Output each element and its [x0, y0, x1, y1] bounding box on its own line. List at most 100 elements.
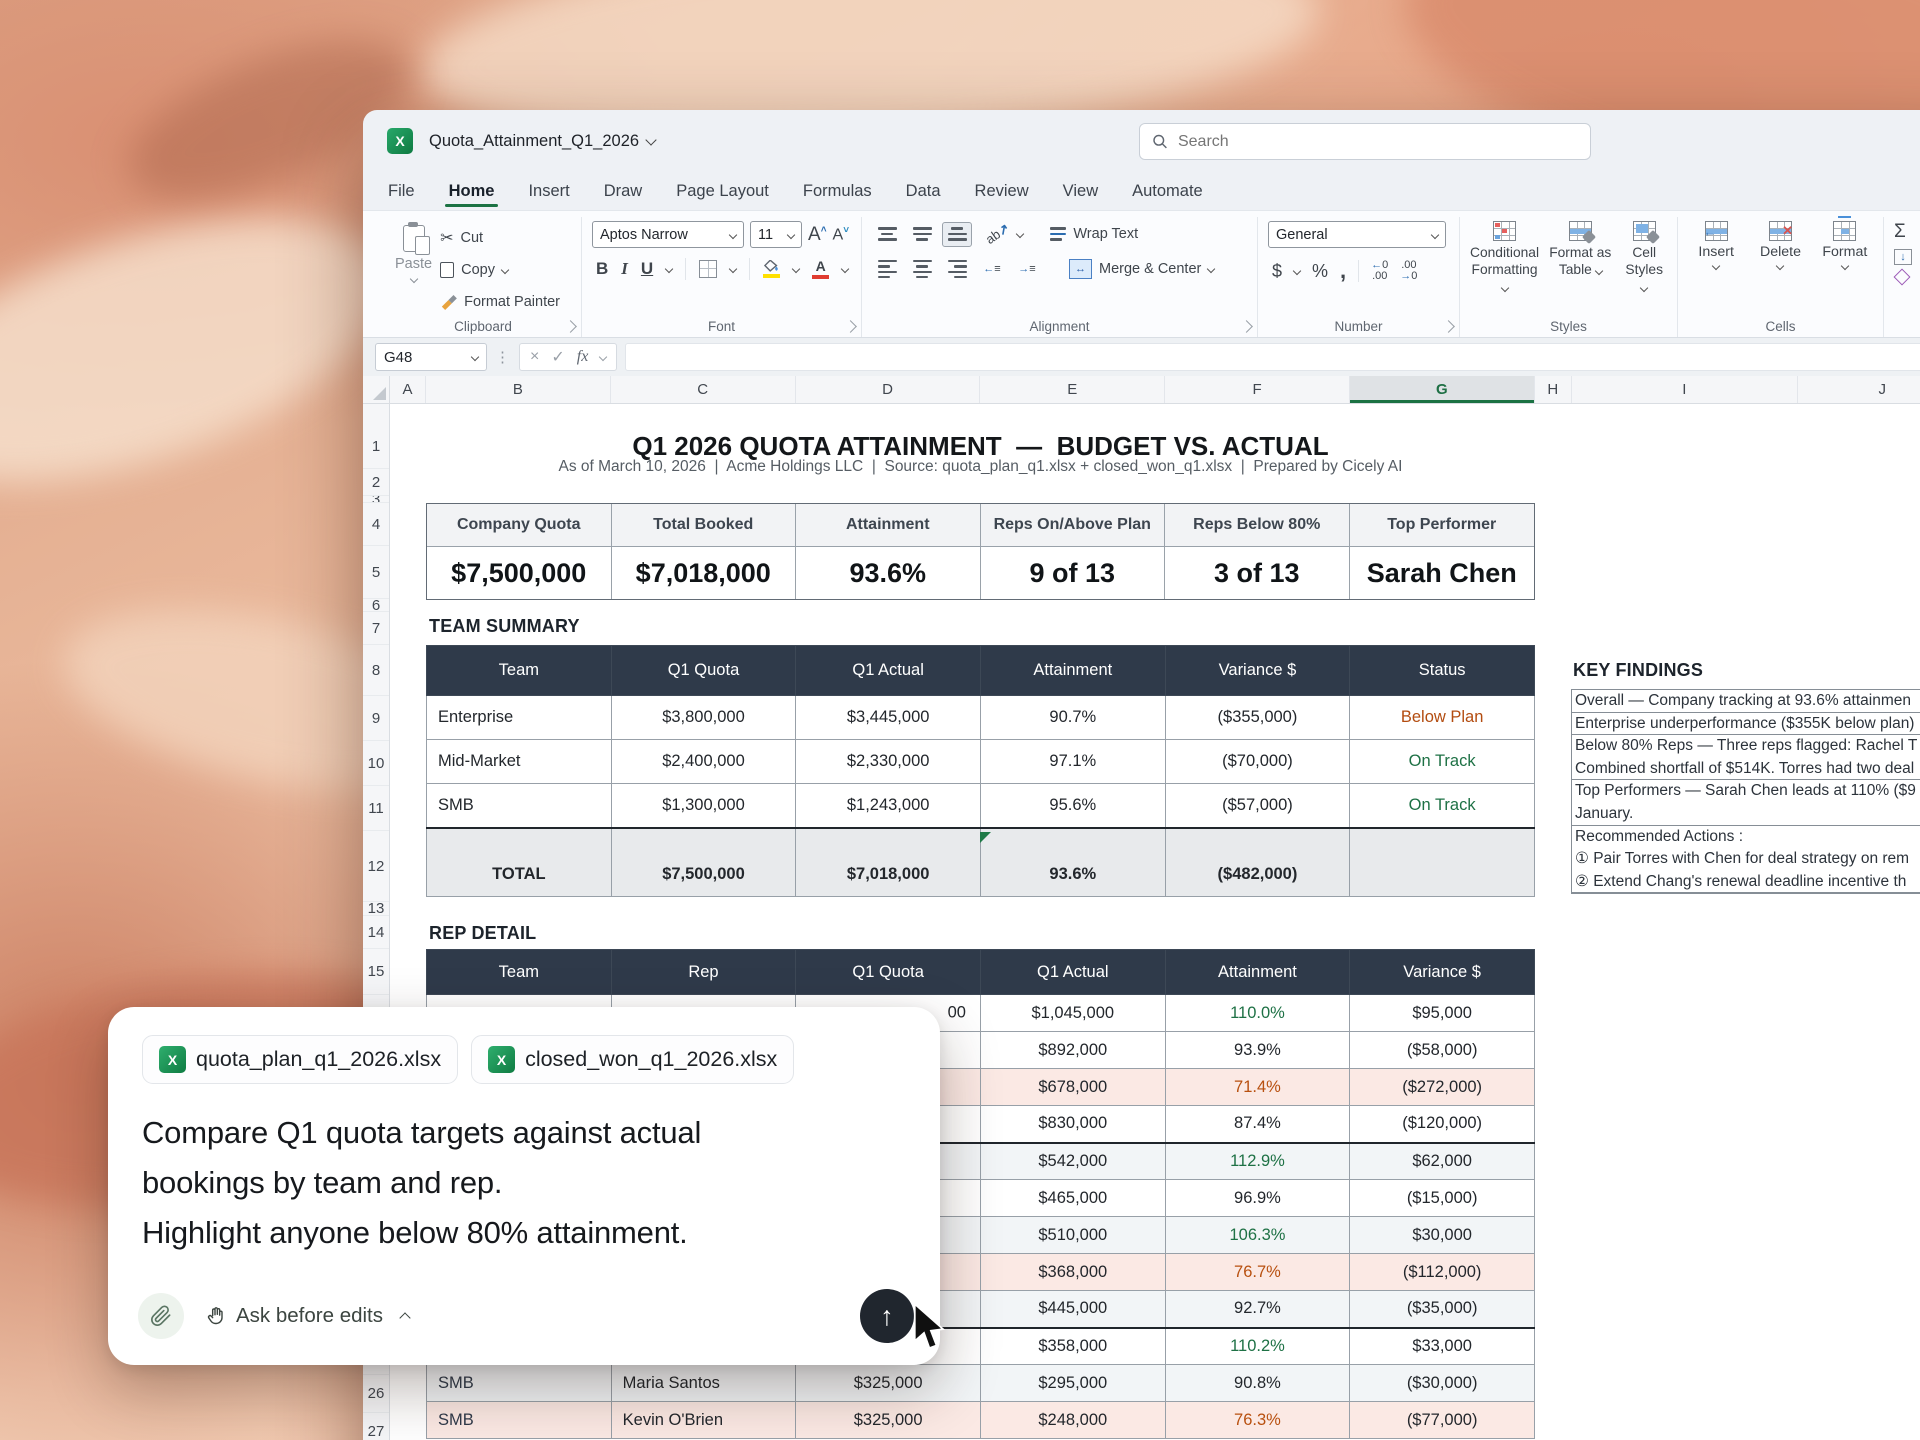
align-center-icon[interactable]: [907, 257, 937, 282]
rep-actual-cell[interactable]: $358,000: [980, 1328, 1165, 1365]
cell-styles-button[interactable]: CellStyles: [1621, 221, 1667, 317]
rep-attainment-cell[interactable]: 110.2%: [1165, 1328, 1350, 1365]
tab-home[interactable]: Home: [449, 182, 495, 210]
column-header-F[interactable]: F: [1165, 376, 1350, 403]
bottom-align-icon[interactable]: [942, 222, 972, 247]
attainment-cell[interactable]: 97.1%: [980, 740, 1165, 784]
align-left-icon[interactable]: [872, 257, 902, 282]
prompt-text[interactable]: Compare Q1 quota targets against actualb…: [142, 1108, 906, 1258]
row-header-27[interactable]: 27: [363, 1413, 389, 1440]
rep-actual-cell[interactable]: $248,000: [980, 1402, 1165, 1439]
team-cell[interactable]: SMB: [427, 784, 612, 828]
wrap-text-button[interactable]: Wrap Text: [1050, 221, 1138, 247]
tab-review[interactable]: Review: [975, 182, 1029, 210]
rep-attainment-cell[interactable]: 76.7%: [1165, 1254, 1350, 1291]
format-cells-button[interactable]: Format: [1817, 221, 1873, 317]
rep-actual-cell[interactable]: $678,000: [980, 1069, 1165, 1106]
rep-variance-cell[interactable]: ($77,000): [1350, 1402, 1535, 1439]
rep-header-cell[interactable]: Team: [427, 950, 612, 995]
clear-eraser-icon[interactable]: [1894, 269, 1911, 286]
insert-cells-button[interactable]: ← Insert: [1688, 221, 1744, 317]
merge-center-button[interactable]: ↔ Merge & Center: [1069, 256, 1214, 282]
rep-variance-cell[interactable]: ($272,000): [1350, 1069, 1535, 1106]
insert-function-icon[interactable]: fx: [577, 348, 589, 366]
total-variance-cell[interactable]: ($482,000): [1165, 828, 1350, 897]
paste-button[interactable]: Paste: [395, 221, 432, 317]
chevron-down-icon[interactable]: [645, 134, 656, 145]
number-format-select[interactable]: General: [1268, 221, 1446, 248]
name-box[interactable]: G48: [375, 343, 487, 371]
rep-actual-cell[interactable]: $830,000: [980, 1106, 1165, 1143]
row-header-12[interactable]: 12: [363, 831, 389, 902]
column-header-J[interactable]: J: [1798, 376, 1920, 403]
row-header-13[interactable]: 13: [363, 902, 389, 916]
file-chip-1[interactable]: Xquota_plan_q1_2026.xlsx: [142, 1035, 458, 1084]
tab-draw[interactable]: Draw: [604, 182, 643, 210]
total-attainment-cell[interactable]: 93.6%: [980, 828, 1165, 897]
decrease-decimal-icon[interactable]: .00→0: [1400, 260, 1417, 282]
tab-page-layout[interactable]: Page Layout: [676, 182, 769, 210]
rep-variance-cell[interactable]: $95,000: [1350, 995, 1535, 1032]
rep-variance-cell[interactable]: $33,000: [1350, 1328, 1535, 1365]
column-header-E[interactable]: E: [980, 376, 1165, 403]
chevron-down-icon[interactable]: [1293, 267, 1301, 275]
column-header-I[interactable]: I: [1572, 376, 1798, 403]
actual-cell[interactable]: $1,243,000: [796, 784, 981, 828]
rep-team-cell[interactable]: SMB: [427, 1402, 612, 1439]
total-actual-cell[interactable]: $7,018,000: [796, 828, 981, 897]
font-size-select[interactable]: 11: [750, 221, 802, 248]
total-quota-cell[interactable]: $7,500,000: [611, 828, 796, 897]
rep-actual-cell[interactable]: $542,000: [980, 1143, 1165, 1180]
column-header-G[interactable]: G: [1350, 376, 1535, 403]
search-bar[interactable]: [1139, 123, 1591, 160]
select-all-corner[interactable]: [363, 376, 390, 403]
team-header-cell[interactable]: Q1 Quota: [611, 646, 796, 696]
font-name-select[interactable]: Aptos Narrow: [592, 221, 744, 248]
row-header-1[interactable]: 1: [363, 425, 389, 469]
italic-icon[interactable]: I: [621, 259, 628, 279]
format-painter-button[interactable]: Format Painter: [440, 289, 560, 315]
attainment-cell[interactable]: 90.7%: [980, 696, 1165, 740]
tab-file[interactable]: File: [388, 182, 415, 210]
row-header-2[interactable]: 2: [363, 469, 389, 496]
row-header-8[interactable]: 8: [363, 645, 389, 696]
row-header-5[interactable]: 5: [363, 546, 389, 599]
decrease-indent-icon[interactable]: ←≡: [977, 257, 1007, 282]
chevron-down-icon[interactable]: [841, 265, 849, 273]
rep-header-cell[interactable]: Variance $: [1350, 950, 1535, 995]
team-header-cell[interactable]: Q1 Actual: [796, 646, 981, 696]
file-chip-2[interactable]: Xclosed_won_q1_2026.xlsx: [471, 1035, 794, 1084]
tab-insert[interactable]: Insert: [528, 182, 569, 210]
row-header-7[interactable]: 7: [363, 612, 389, 645]
cancel-entry-icon[interactable]: ×: [530, 348, 539, 366]
column-header-C[interactable]: C: [611, 376, 796, 403]
total-label-cell[interactable]: TOTAL: [427, 828, 612, 897]
borders-icon[interactable]: [699, 260, 717, 278]
row-header-15[interactable]: 15: [363, 949, 389, 995]
rep-variance-cell[interactable]: ($35,000): [1350, 1291, 1535, 1328]
tab-automate[interactable]: Automate: [1132, 182, 1203, 210]
currency-icon[interactable]: $: [1272, 261, 1282, 282]
rep-variance-cell[interactable]: ($30,000): [1350, 1365, 1535, 1402]
row-header-11[interactable]: 11: [363, 786, 389, 831]
rep-actual-cell[interactable]: $892,000: [980, 1032, 1165, 1069]
status-cell[interactable]: Below Plan: [1350, 696, 1535, 740]
rep-attainment-cell[interactable]: 112.9%: [1165, 1143, 1350, 1180]
rep-variance-cell[interactable]: ($15,000): [1350, 1180, 1535, 1217]
rep-attainment-cell[interactable]: 106.3%: [1165, 1217, 1350, 1254]
chevron-down-icon[interactable]: [599, 353, 607, 361]
row-header-3[interactable]: 3: [363, 496, 389, 503]
workbook-title[interactable]: Quota_Attainment_Q1_2026: [429, 132, 639, 151]
ask-before-edits-toggle[interactable]: Ask before edits: [206, 1304, 411, 1328]
conditional-formatting-button[interactable]: ConditionalFormatting: [1470, 221, 1539, 317]
row-header-9[interactable]: 9: [363, 696, 389, 741]
rep-attainment-cell[interactable]: 71.4%: [1165, 1069, 1350, 1106]
search-input[interactable]: [1178, 133, 1578, 151]
rep-attainment-cell[interactable]: 110.0%: [1165, 995, 1350, 1032]
autosum-icon[interactable]: Σ: [1894, 221, 1906, 243]
font-color-icon[interactable]: A: [812, 259, 829, 280]
bold-icon[interactable]: B: [596, 259, 608, 279]
column-header-A[interactable]: A: [390, 376, 426, 403]
chevron-down-icon[interactable]: [665, 265, 673, 273]
team-cell[interactable]: Mid-Market: [427, 740, 612, 784]
